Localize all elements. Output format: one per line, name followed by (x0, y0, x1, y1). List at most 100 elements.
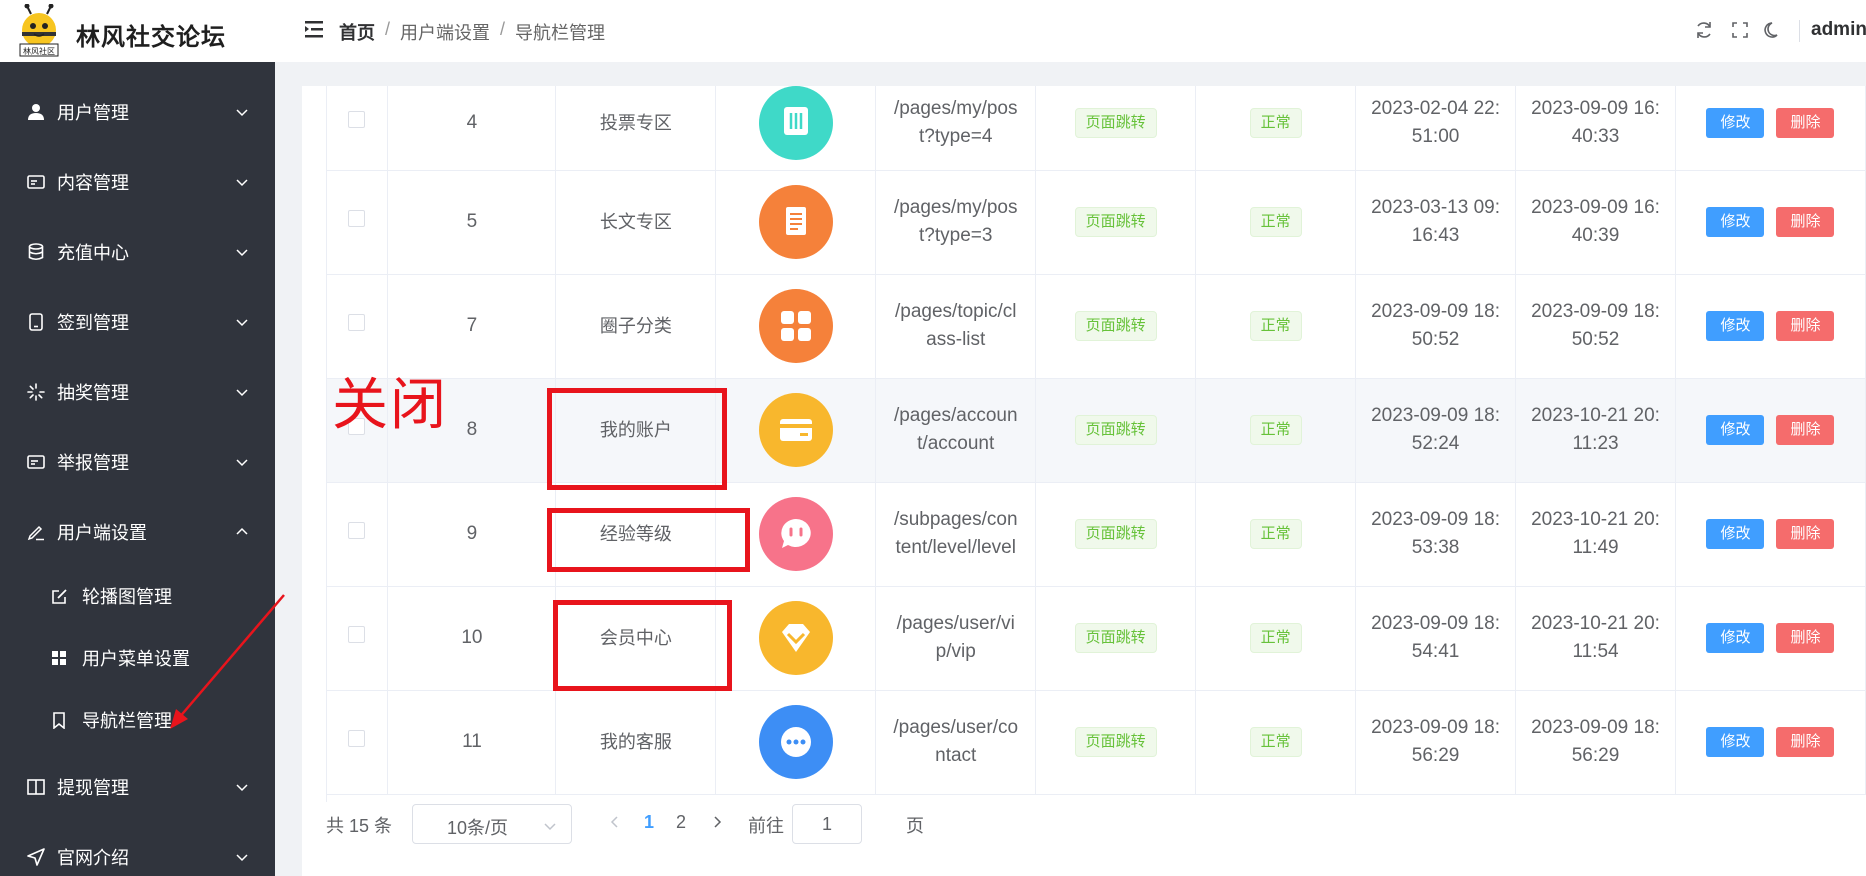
id-card-icon (26, 452, 46, 472)
chevron-down-icon (236, 854, 248, 862)
breadcrumb-item: 用户端设置 (400, 23, 491, 43)
edit-icon (50, 587, 68, 605)
sidebar-subitem-label: 轮播图管理 (82, 587, 172, 607)
page-number-1[interactable]: 1 (644, 812, 654, 833)
database-icon (26, 242, 46, 262)
table-row[interactable]: 5 长文专区 /pages/my/pos t?type=3 页面跳转 正常 202… (326, 170, 1866, 275)
status-badge: 正常 (1249, 623, 1302, 653)
prev-page-icon[interactable] (608, 814, 622, 830)
sidebar-item-report-management[interactable]: 举报管理 (0, 427, 275, 497)
type-tag: 页面跳转 (1074, 311, 1157, 341)
table-row[interactable]: 7 圈子分类 /pages/topic/cl ass-list 页面跳转 正常 2… (326, 274, 1866, 379)
sidebar-item-checkin-management[interactable]: 签到管理 (0, 287, 275, 357)
cell-created: 2023-09-09 18: 56:29 (1355, 690, 1517, 795)
annotation-box (553, 600, 732, 691)
sidebar-item-label: 充值中心 (57, 243, 129, 263)
cell-updated: 2023-09-09 18: 56:29 (1515, 690, 1676, 795)
goto-page-input[interactable]: 1 (792, 804, 862, 844)
breadcrumb: 首页 / 用户端设置 / 导航栏管理 (339, 19, 605, 45)
breadcrumb-separator: / (385, 19, 391, 39)
user-icon (26, 102, 46, 122)
chevron-down-icon (544, 823, 556, 831)
dark-mode-icon[interactable] (1763, 20, 1783, 40)
cell-updated: 2023-09-09 16: 40:33 (1515, 86, 1676, 171)
chevron-up-icon (236, 527, 248, 535)
sidebar-item-official-intro[interactable]: 官网介绍 (0, 822, 275, 876)
pagination: 共 15 条 10条/页 1 2 前往 1 页 (326, 802, 1866, 848)
user-name[interactable]: admin (1811, 19, 1866, 41)
edit-button[interactable]: 修改 (1706, 519, 1765, 549)
row-checkbox[interactable] (348, 730, 366, 747)
cell-path: /subpages/con tent/level/level (875, 482, 1037, 587)
sidebar-item-label: 官网介绍 (57, 848, 129, 868)
sidebar-item-client-settings[interactable]: 用户端设置 (0, 497, 275, 567)
delete-button[interactable]: 删除 (1776, 623, 1835, 653)
row-checkbox[interactable] (348, 314, 366, 331)
delete-button[interactable]: 删除 (1776, 727, 1835, 757)
cell-path: /pages/topic/cl ass-list (875, 274, 1037, 379)
sidebar-item-content-management[interactable]: 内容管理 (0, 147, 275, 217)
delete-button[interactable]: 删除 (1776, 107, 1835, 138)
refresh-icon[interactable] (1694, 20, 1714, 40)
breadcrumb-current: 导航栏管理 (515, 23, 606, 43)
type-tag: 页面跳转 (1074, 623, 1157, 653)
cell-updated: 2023-10-21 20: 11:54 (1515, 586, 1676, 691)
delete-button[interactable]: 删除 (1776, 519, 1835, 549)
sidebar-item-label: 用户管理 (57, 103, 129, 123)
type-tag: 页面跳转 (1074, 519, 1157, 549)
sidebar-item-recharge-center[interactable]: 充值中心 (0, 217, 275, 287)
logo-text: 林风社区 (23, 46, 55, 56)
pagination-total: 共 15 条 (326, 816, 393, 836)
breadcrumb-separator: / (500, 19, 506, 39)
edit-button[interactable]: 修改 (1706, 415, 1765, 445)
sidebar-item-label: 签到管理 (57, 313, 129, 333)
goto-label: 前往 (748, 816, 784, 836)
chevron-down-icon (236, 109, 248, 117)
row-checkbox[interactable] (348, 522, 366, 539)
edit-button[interactable]: 修改 (1706, 311, 1765, 341)
sidebar-item-lottery-management[interactable]: 抽奖管理 (0, 357, 275, 427)
cell-path: /pages/my/pos t?type=3 (875, 170, 1037, 275)
cell-updated: 2023-10-21 20: 11:49 (1515, 482, 1676, 587)
table-row[interactable]: 11 我的客服 /pages/user/co ntact 页面跳转 正常 2023… (326, 690, 1866, 795)
page-size-value: 10条/页 (447, 818, 509, 838)
cell-path: /pages/user/vi p/vip (875, 586, 1037, 691)
fullscreen-icon[interactable] (1730, 20, 1750, 40)
cell-id: 9 (387, 482, 557, 587)
menu-fold-icon[interactable] (303, 18, 325, 40)
row-checkbox[interactable] (348, 110, 366, 128)
edit-button[interactable]: 修改 (1706, 207, 1765, 237)
delete-button[interactable]: 删除 (1776, 207, 1835, 237)
cell-created: 2023-09-09 18: 54:41 (1355, 586, 1517, 691)
bee-logo-icon: 林风社区 (19, 4, 59, 57)
book-icon (26, 777, 46, 797)
status-badge: 正常 (1249, 311, 1302, 341)
next-page-icon[interactable] (710, 814, 724, 830)
cell-updated: 2023-09-09 18: 50:52 (1515, 274, 1676, 379)
table-row[interactable]: 4 投票专区 /pages/my/pos t?type=4 页面跳转 正常 202… (326, 86, 1866, 171)
sidebar-item-label: 提现管理 (57, 778, 129, 798)
edit-button[interactable]: 修改 (1706, 107, 1765, 138)
delete-button[interactable]: 删除 (1776, 311, 1835, 341)
type-tag: 页面跳转 (1074, 107, 1157, 138)
delete-button[interactable]: 删除 (1776, 415, 1835, 445)
status-badge: 正常 (1249, 107, 1302, 138)
message-dots-icon (758, 705, 833, 779)
sidebar-item-user-management[interactable]: 用户管理 (0, 77, 275, 147)
phone-icon (26, 312, 46, 332)
annotation-box (547, 388, 727, 490)
vote-icon (758, 86, 833, 160)
breadcrumb-home[interactable]: 首页 (339, 19, 375, 45)
edit-button[interactable]: 修改 (1706, 727, 1765, 757)
sidebar-item-withdraw-management[interactable]: 提现管理 (0, 752, 275, 822)
grid-icon (50, 649, 68, 667)
edit-button[interactable]: 修改 (1706, 623, 1765, 653)
row-checkbox[interactable] (348, 210, 366, 227)
loading-icon (26, 382, 46, 402)
row-checkbox[interactable] (348, 626, 366, 643)
send-icon (26, 847, 46, 867)
page-number-2[interactable]: 2 (676, 812, 686, 833)
page-size-select[interactable]: 10条/页 (412, 804, 572, 844)
status-badge: 正常 (1249, 519, 1302, 549)
cell-name: 圈子分类 (555, 274, 717, 379)
